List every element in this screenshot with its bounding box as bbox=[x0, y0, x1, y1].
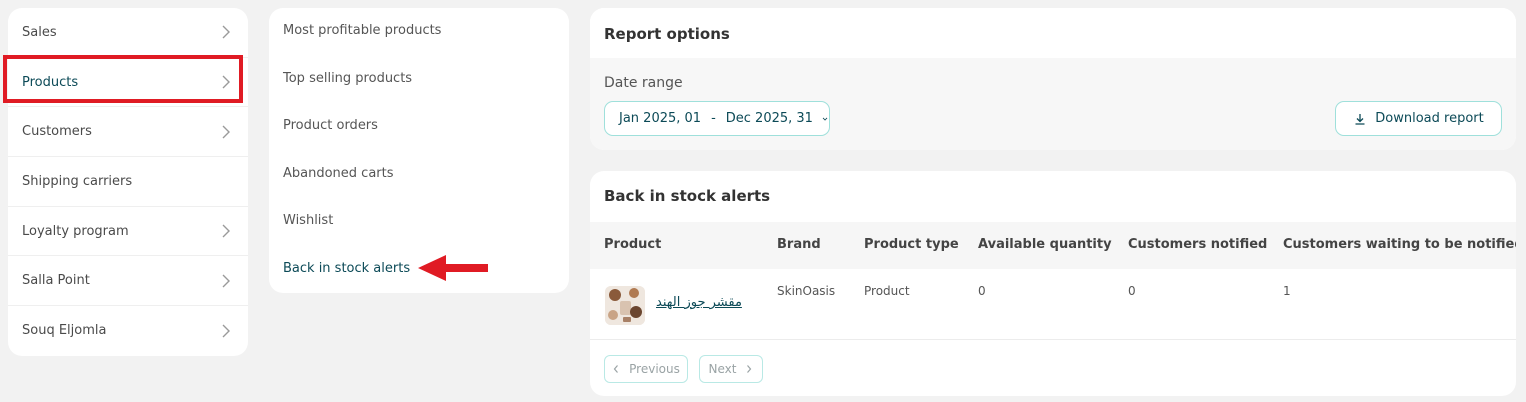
menu-item-souq-eljomla[interactable]: Souq Eljomla bbox=[8, 306, 248, 356]
column-header-brand: Brand bbox=[777, 237, 821, 252]
menu-item-salla-point[interactable]: Salla Point bbox=[8, 256, 248, 307]
download-report-button[interactable]: Download report bbox=[1335, 101, 1502, 136]
previous-page-button[interactable]: Previous bbox=[604, 355, 688, 383]
column-header-customers-waiting: Customers waiting to be notified bbox=[1283, 237, 1516, 252]
cell-customers-notified: 0 bbox=[1128, 284, 1136, 298]
menu-item-label: Loyalty program bbox=[22, 223, 129, 239]
menu-item-label: Customers bbox=[22, 124, 92, 140]
report-list: Most profitable products Top selling pro… bbox=[269, 8, 569, 293]
column-header-product: Product bbox=[604, 237, 662, 252]
column-header-product-type: Product type bbox=[864, 237, 959, 252]
date-range-picker[interactable]: Jan 2025, 01 - Dec 2025, 31 bbox=[604, 101, 830, 136]
cell-customers-waiting: 1 bbox=[1283, 284, 1291, 298]
column-header-available-quantity: Available quantity bbox=[978, 237, 1112, 252]
cell-product-type: Product bbox=[864, 284, 910, 298]
chevron-right-icon bbox=[222, 324, 230, 338]
cell-available-quantity: 0 bbox=[978, 284, 986, 298]
date-start: Jan 2025, 01 bbox=[619, 111, 702, 126]
previous-label: Previous bbox=[629, 362, 680, 376]
cell-brand: SkinOasis bbox=[777, 284, 836, 298]
chevron-right-icon bbox=[222, 274, 230, 288]
menu-item-label: Salla Point bbox=[22, 273, 90, 289]
chevron-right-icon bbox=[222, 125, 230, 139]
chevron-left-icon bbox=[613, 365, 619, 373]
menu-item-shipping-carriers[interactable]: Shipping carriers bbox=[8, 157, 248, 207]
highlight-box-annotation bbox=[3, 55, 243, 103]
report-wishlist[interactable]: Wishlist bbox=[283, 213, 333, 228]
menu-item-customers[interactable]: Customers bbox=[8, 107, 248, 158]
report-abandoned-carts[interactable]: Abandoned carts bbox=[283, 166, 394, 181]
chevron-down-icon bbox=[822, 117, 828, 121]
table-row: مقشر جوز الهند SkinOasis Product 0 0 1 bbox=[590, 269, 1516, 340]
chevron-right-icon bbox=[222, 25, 230, 39]
menu-item-label: Sales bbox=[22, 24, 57, 40]
date-range-label: Date range bbox=[604, 75, 683, 91]
back-in-stock-alerts-table-card: Back in stock alerts Product Brand Produ… bbox=[590, 171, 1516, 396]
report-product-orders[interactable]: Product orders bbox=[283, 118, 378, 133]
menu-item-label: Shipping carriers bbox=[22, 173, 133, 189]
arrow-annotation-icon bbox=[418, 255, 488, 281]
menu-item-label: Souq Eljomla bbox=[22, 323, 107, 339]
report-most-profitable-products[interactable]: Most profitable products bbox=[283, 23, 441, 38]
next-label: Next bbox=[708, 362, 737, 376]
chevron-right-icon bbox=[222, 224, 230, 238]
download-icon bbox=[1355, 113, 1365, 125]
table-header: Product Brand Product type Available qua… bbox=[590, 222, 1516, 269]
report-options-panel: Report options Date range Jan 2025, 01 -… bbox=[590, 8, 1516, 150]
chevron-right-icon bbox=[747, 365, 752, 373]
date-separator: - bbox=[711, 111, 716, 126]
menu-item-loyalty-program[interactable]: Loyalty program bbox=[8, 207, 248, 257]
report-options-title: Report options bbox=[604, 25, 730, 43]
next-page-button[interactable]: Next bbox=[699, 355, 763, 383]
column-header-customers-notified: Customers notified bbox=[1128, 237, 1268, 252]
report-top-selling-products[interactable]: Top selling products bbox=[283, 71, 412, 86]
product-thumbnail bbox=[605, 286, 645, 325]
date-end: Dec 2025, 31 bbox=[725, 111, 813, 126]
results-title: Back in stock alerts bbox=[604, 187, 771, 205]
download-report-label: Download report bbox=[1375, 111, 1484, 126]
report-back-in-stock-alerts[interactable]: Back in stock alerts bbox=[283, 261, 410, 276]
product-name-link[interactable]: مقشر جوز الهند bbox=[656, 295, 742, 310]
menu-item-sales[interactable]: Sales bbox=[8, 8, 248, 58]
